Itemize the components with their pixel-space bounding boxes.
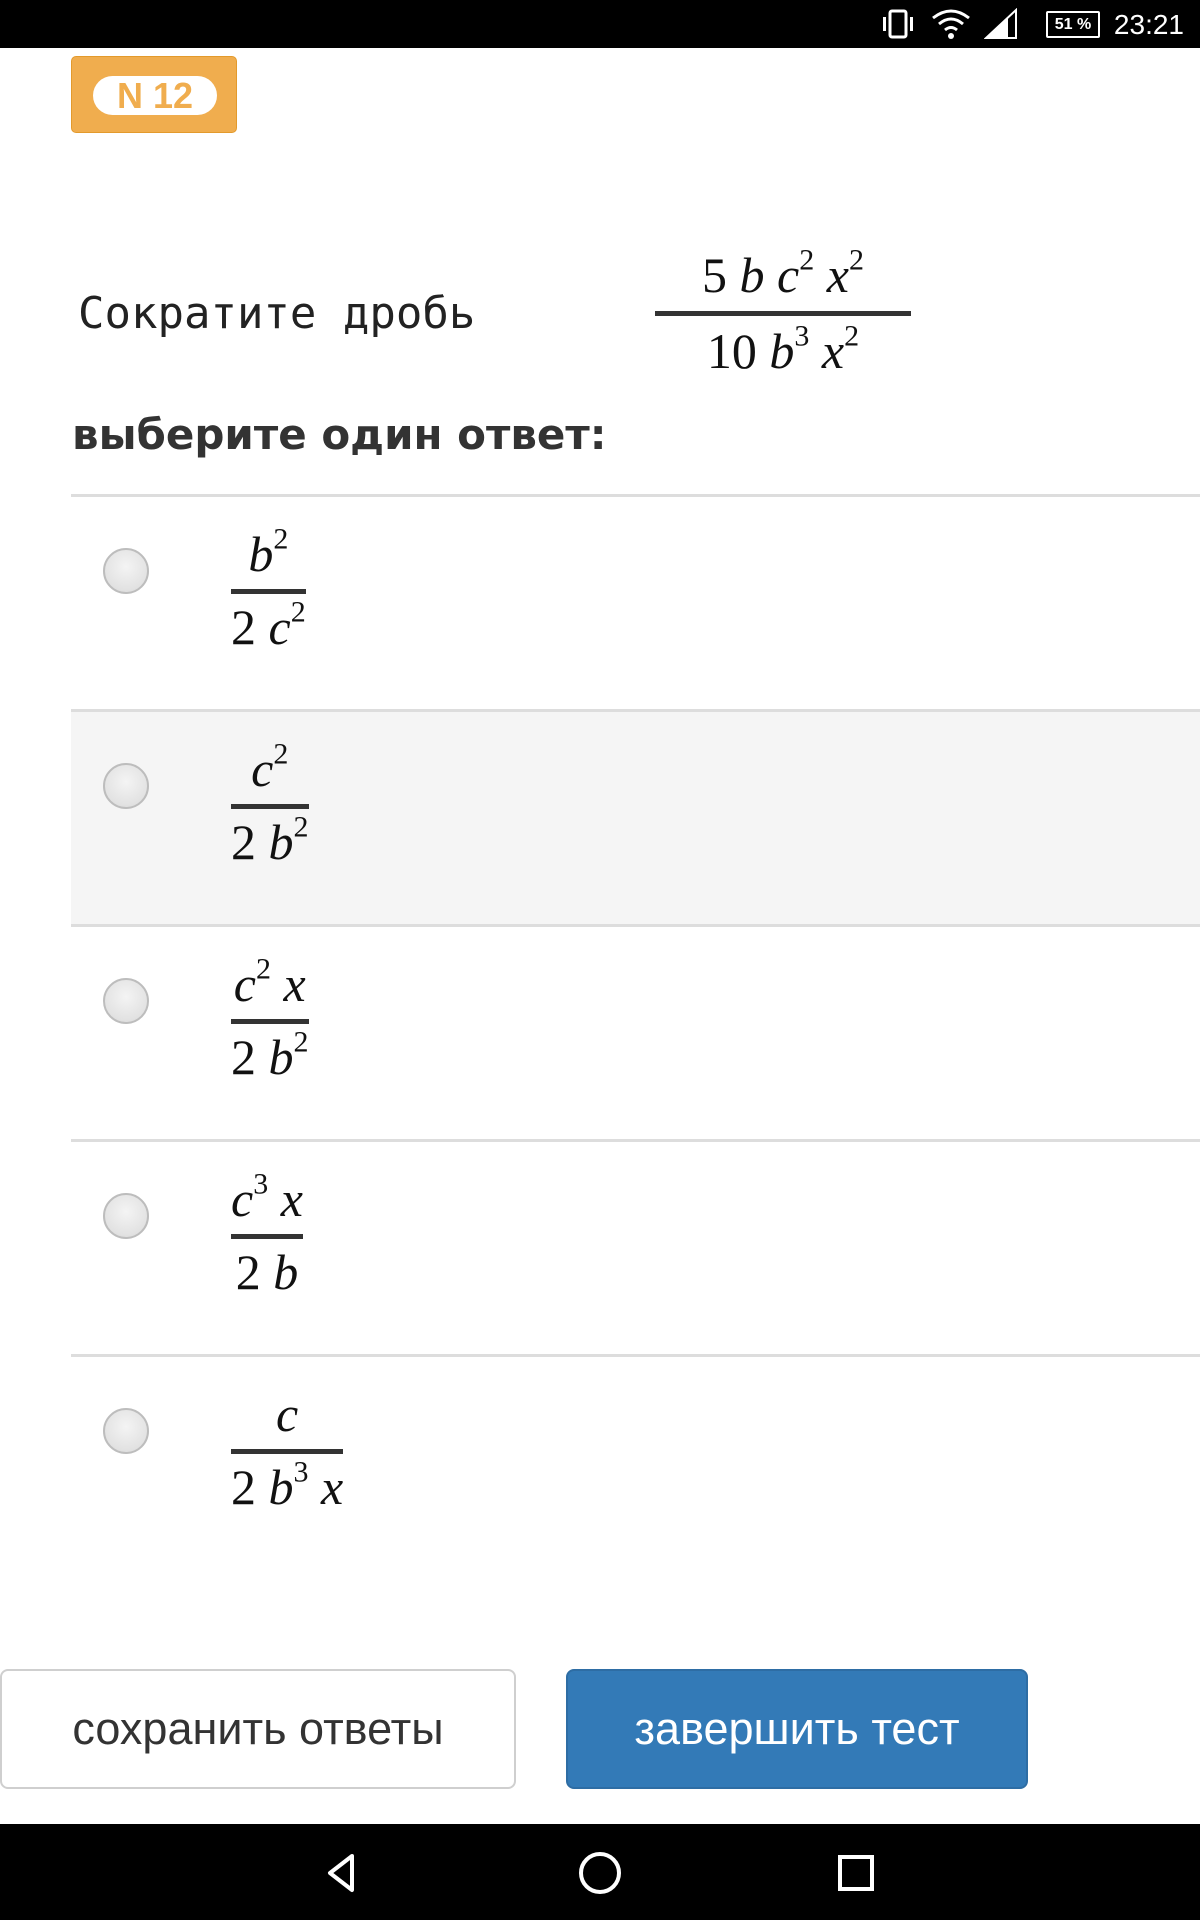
vibrate-icon [883, 9, 913, 39]
math-variable: c [251, 741, 274, 797]
radio-button[interactable] [103, 978, 149, 1024]
radio-button[interactable] [103, 1193, 149, 1239]
answer-denominator: 2 c2 [231, 595, 306, 655]
math-exponent: 3 [293, 1455, 309, 1489]
math-variable: c [233, 956, 256, 1012]
math-exponent: 2 [290, 595, 306, 629]
answer-list: b2 2 c2 c2 2 b2 c2 x 2 b2 c3 x 2 b c 2 b… [71, 494, 1200, 1569]
radio-button[interactable] [103, 548, 149, 594]
status-bar: 51 % 23:21 [0, 0, 1200, 48]
math-variable: x [826, 247, 849, 303]
math-exponent: 2 [799, 243, 815, 277]
back-icon[interactable] [318, 1848, 368, 1898]
radio-button[interactable] [103, 1408, 149, 1454]
home-icon[interactable] [575, 1848, 625, 1898]
signal-icon [984, 8, 1017, 39]
status-time: 23:21 [1113, 9, 1184, 40]
math-variable: b [739, 247, 765, 303]
math-variable: x [821, 323, 845, 379]
answer-numerator: c [231, 1385, 343, 1443]
recents-icon[interactable] [831, 1848, 881, 1898]
math-variable: b [268, 1029, 294, 1085]
answer-fraction: c2 2 b2 [231, 737, 309, 871]
radio-button[interactable] [103, 763, 149, 809]
math-exponent: 2 [844, 319, 860, 353]
navigation-bar [0, 1824, 1200, 1920]
math-variable: b [273, 1244, 299, 1300]
math-variable: b [268, 814, 294, 870]
math-exponent: 3 [794, 319, 810, 353]
answer-fraction: b2 2 c2 [231, 522, 306, 656]
fraction-bar [655, 311, 911, 316]
fraction-bar [231, 1234, 303, 1239]
answer-prompt: выберите один ответ: [72, 410, 607, 459]
question-text: Сократите дробь [78, 288, 476, 339]
answer-option-1[interactable]: b2 2 c2 [71, 494, 1200, 709]
question-fraction-denominator: 10 b3 x2 [706, 319, 860, 379]
finish-test-button[interactable]: завершить тест [566, 1669, 1028, 1789]
fraction-bar [231, 1019, 309, 1024]
math-variable: c [231, 1171, 254, 1227]
answer-option-5[interactable]: c 2 b3 x [71, 1354, 1200, 1569]
math-exponent: 2 [293, 1025, 309, 1059]
question-number-badge: N 12 [71, 56, 237, 133]
math-exponent: 2 [293, 810, 309, 844]
question-fraction: 5 b c2 x2 10 b3 x2 [655, 243, 911, 380]
answer-fraction: c2 x 2 b2 [231, 952, 309, 1086]
math-exponent: 2 [256, 952, 271, 986]
answer-option-4[interactable]: c3 x 2 b [71, 1139, 1200, 1354]
question-number: N 12 [93, 76, 217, 115]
wifi-icon [932, 9, 970, 39]
math-variable: c [276, 1386, 299, 1442]
math-exponent: 2 [848, 243, 864, 277]
math-variable: c [777, 247, 800, 303]
math-variable: x [283, 956, 306, 1012]
answer-option-3[interactable]: c2 x 2 b2 [71, 924, 1200, 1139]
answer-numerator: c2 [231, 737, 309, 798]
answer-numerator: c3 x [231, 1167, 303, 1228]
answer-option-2[interactable]: c2 2 b2 [71, 709, 1200, 924]
answer-denominator: 2 b [235, 1244, 299, 1300]
answer-fraction: c3 x 2 b [231, 1167, 303, 1301]
math-variable: x [321, 1459, 344, 1515]
math-exponent: 2 [273, 737, 289, 771]
answer-denominator: 2 b2 [231, 810, 309, 870]
fraction-bar [231, 1449, 344, 1454]
answer-denominator: 2 b2 [231, 1025, 309, 1085]
answer-numerator: b2 [231, 522, 306, 583]
math-variable: c [268, 599, 291, 655]
math-variable: b [769, 323, 795, 379]
fraction-bar [231, 589, 306, 594]
question-fraction-numerator: 5 b c2 x2 [702, 243, 864, 303]
answer-fraction: c 2 b3 x [231, 1385, 344, 1516]
answer-numerator: c2 x [231, 952, 309, 1013]
save-answers-button[interactable]: сохранить ответы [0, 1669, 516, 1789]
math-variable: b [248, 526, 274, 582]
math-exponent: 3 [253, 1167, 269, 1201]
math-variable: b [268, 1459, 294, 1515]
math-exponent: 2 [273, 522, 289, 556]
battery-icon: 51 % [1046, 11, 1100, 38]
fraction-bar [231, 804, 309, 809]
math-variable: x [280, 1171, 303, 1227]
answer-denominator: 2 b3 x [231, 1455, 344, 1515]
